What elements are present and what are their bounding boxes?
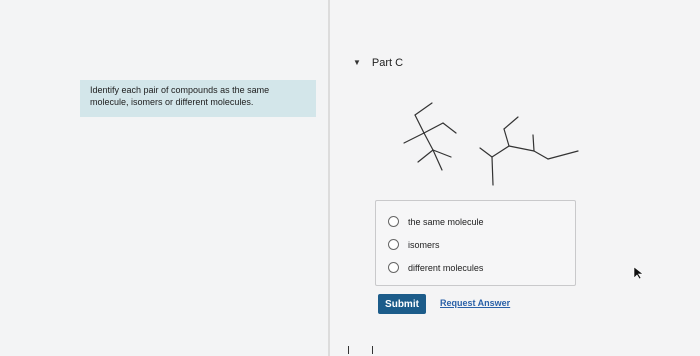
compound-pair-structures	[403, 102, 579, 186]
choice-isomers[interactable]: isomers	[388, 239, 440, 250]
left-panel: Identify each pair of compounds as the s…	[0, 0, 328, 356]
scroll-marker	[372, 346, 373, 354]
instruction-box: Identify each pair of compounds as the s…	[80, 80, 316, 117]
part-c-header[interactable]: ▼ Part C	[353, 57, 403, 69]
instruction-line-2: molecule, isomers or different molecules…	[90, 97, 254, 107]
choice-same-molecule[interactable]: the same molecule	[388, 216, 484, 227]
submit-button[interactable]: Submit	[378, 294, 426, 314]
caret-down-icon[interactable]: ▼	[353, 59, 361, 67]
radio-button[interactable]	[388, 239, 399, 250]
molecule-right	[479, 116, 579, 186]
molecule-left	[403, 102, 457, 171]
choice-label: the same molecule	[408, 216, 484, 227]
instruction-line-1: Identify each pair of compounds as the s…	[90, 85, 270, 95]
radio-button[interactable]	[388, 262, 399, 273]
request-answer-link[interactable]: Request Answer	[440, 298, 510, 308]
choice-label: isomers	[408, 239, 440, 250]
part-title: Part C	[371, 57, 404, 69]
radio-button[interactable]	[388, 216, 399, 227]
answer-choices: the same molecule isomers different mole…	[375, 200, 576, 286]
choice-label: different molecules	[408, 262, 484, 273]
choice-different-molecules[interactable]: different molecules	[388, 262, 483, 273]
scroll-marker	[348, 346, 349, 354]
mouse-pointer-icon	[633, 266, 644, 280]
